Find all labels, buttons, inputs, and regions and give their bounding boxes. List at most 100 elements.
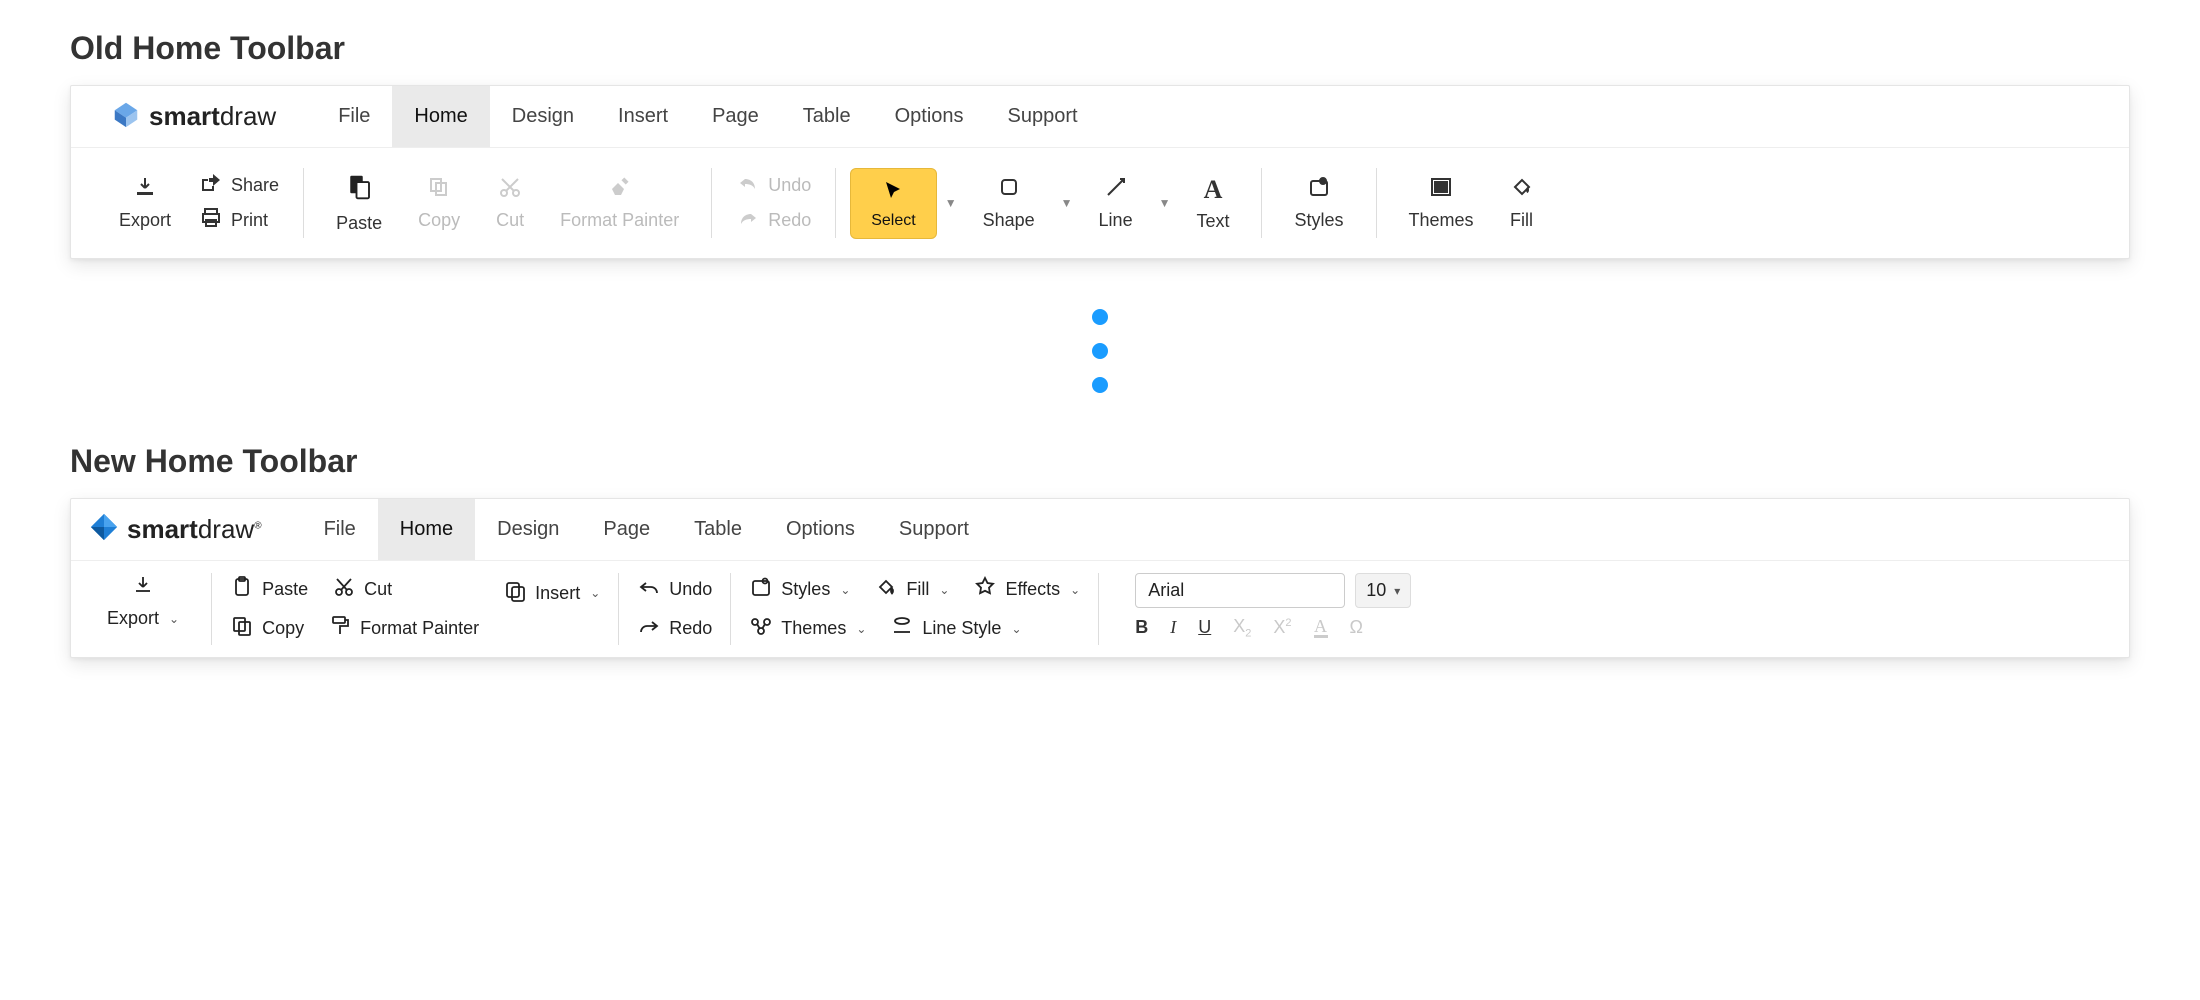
fill-button[interactable]: Fill — [1492, 175, 1552, 231]
line-style-label: Line Style — [922, 618, 1001, 639]
chevron-down-icon: ⌄ — [590, 586, 600, 600]
separator — [211, 573, 212, 645]
cut-button[interactable]: Cut — [478, 175, 542, 231]
menu-design[interactable]: Design — [475, 499, 581, 560]
fill-icon — [1510, 175, 1534, 204]
text-icon: A — [1204, 175, 1223, 205]
line-style-button[interactable]: Line Style ⌄ — [890, 614, 1021, 643]
old-menubar: smartdraw File Home Design Insert Page T… — [71, 86, 2129, 148]
redo-button[interactable]: Redo — [736, 206, 811, 235]
heading-new: New Home Toolbar — [70, 443, 2130, 480]
line-style-icon — [890, 614, 914, 643]
download-icon — [133, 175, 157, 204]
fill-label: Fill — [1510, 210, 1533, 231]
fill-icon — [874, 575, 898, 604]
line-tool-button[interactable]: Line — [1081, 175, 1151, 231]
paste-label: Paste — [336, 213, 382, 234]
copy-button[interactable]: Copy — [230, 614, 304, 643]
superscript-button[interactable]: X2 — [1273, 617, 1291, 638]
separator — [1098, 573, 1099, 645]
copy-label: Copy — [262, 618, 304, 639]
menu-home[interactable]: Home — [392, 86, 489, 147]
menu-file[interactable]: File — [316, 86, 392, 147]
paste-button[interactable]: Paste — [318, 172, 400, 234]
italic-button[interactable]: I — [1170, 617, 1176, 638]
menu-table[interactable]: Table — [672, 499, 764, 560]
shape-dropdown[interactable]: ▼ — [1053, 196, 1081, 210]
insert-label: Insert — [535, 583, 580, 604]
menu-options[interactable]: Options — [873, 86, 986, 147]
export-button[interactable]: Export — [101, 175, 189, 231]
menu-support[interactable]: Support — [877, 499, 991, 560]
themes-button[interactable]: Themes — [1391, 175, 1492, 231]
copy-icon — [230, 614, 254, 643]
separator — [1261, 168, 1262, 238]
font-size-select[interactable]: 10 ▾ — [1355, 573, 1411, 608]
menu-page[interactable]: Page — [690, 86, 781, 147]
subscript-button[interactable]: X2 — [1233, 616, 1251, 640]
logo: smartdraw — [111, 99, 276, 134]
share-icon — [199, 171, 223, 200]
insert-button[interactable]: Insert ⌄ — [503, 579, 600, 608]
redo-icon — [637, 614, 661, 643]
logo: smartdraw® — [89, 512, 262, 547]
styles-label: Styles — [1294, 210, 1343, 231]
export-button[interactable]: Export ⌄ — [107, 608, 179, 629]
new-menubar: smartdraw® File Home Design Page Table O… — [71, 499, 2129, 561]
fill-button[interactable]: Fill ⌄ — [874, 575, 949, 604]
format-painter-label: Format Painter — [360, 618, 479, 639]
undo-button[interactable]: Undo — [637, 575, 712, 604]
shape-tool-button[interactable]: Shape — [965, 175, 1053, 231]
font-family-select[interactable]: Arial — [1135, 573, 1345, 608]
redo-button[interactable]: Redo — [637, 614, 712, 643]
menu-design[interactable]: Design — [490, 86, 596, 147]
logo-icon — [111, 99, 141, 134]
format-painter-button[interactable]: Format Painter — [542, 175, 697, 231]
print-button[interactable]: Print — [199, 206, 279, 235]
styles-button[interactable]: Styles ⌄ — [749, 575, 850, 604]
select-tool-button[interactable]: Select — [850, 168, 936, 239]
undo-label: Undo — [768, 175, 811, 196]
menu-file[interactable]: File — [302, 499, 378, 560]
font-color-button[interactable]: A — [1314, 617, 1328, 638]
undo-button[interactable]: Undo — [736, 171, 811, 200]
chevron-down-icon: ⌄ — [169, 612, 179, 626]
themes-icon — [749, 614, 773, 643]
styles-button[interactable]: Styles — [1276, 175, 1361, 231]
cut-button[interactable]: Cut — [332, 575, 392, 604]
format-painter-button[interactable]: Format Painter — [328, 614, 479, 643]
text-tool-button[interactable]: A Text — [1178, 175, 1247, 232]
menu-options[interactable]: Options — [764, 499, 877, 560]
symbol-button[interactable]: Ω — [1350, 617, 1363, 638]
share-label: Share — [231, 175, 279, 196]
menu-page[interactable]: Page — [581, 499, 672, 560]
separator — [303, 168, 304, 238]
menu-insert[interactable]: Insert — [596, 86, 690, 147]
effects-icon — [973, 575, 997, 604]
download-icon — [131, 573, 155, 602]
font-size-value: 10 — [1366, 580, 1386, 601]
paste-button[interactable]: Paste — [230, 575, 308, 604]
insert-icon — [503, 579, 527, 608]
underline-button[interactable]: U — [1198, 617, 1211, 638]
separator — [711, 168, 712, 238]
menu-support[interactable]: Support — [986, 86, 1100, 147]
effects-button[interactable]: Effects ⌄ — [973, 575, 1080, 604]
separator — [835, 168, 836, 238]
font-family-value: Arial — [1148, 580, 1184, 601]
copy-button[interactable]: Copy — [400, 175, 478, 231]
themes-button[interactable]: Themes ⌄ — [749, 614, 866, 643]
menu-home[interactable]: Home — [378, 499, 475, 560]
styles-icon — [1307, 175, 1331, 204]
cut-label: Cut — [496, 210, 524, 231]
format-painter-icon — [608, 175, 632, 204]
share-button[interactable]: Share — [199, 171, 279, 200]
print-label: Print — [231, 210, 268, 231]
line-dropdown[interactable]: ▼ — [1151, 196, 1179, 210]
styles-label: Styles — [781, 579, 830, 600]
bold-button[interactable]: B — [1135, 617, 1148, 638]
undo-icon — [637, 575, 661, 604]
copy-icon — [427, 175, 451, 204]
menu-table[interactable]: Table — [781, 86, 873, 147]
select-dropdown[interactable]: ▼ — [937, 196, 965, 210]
